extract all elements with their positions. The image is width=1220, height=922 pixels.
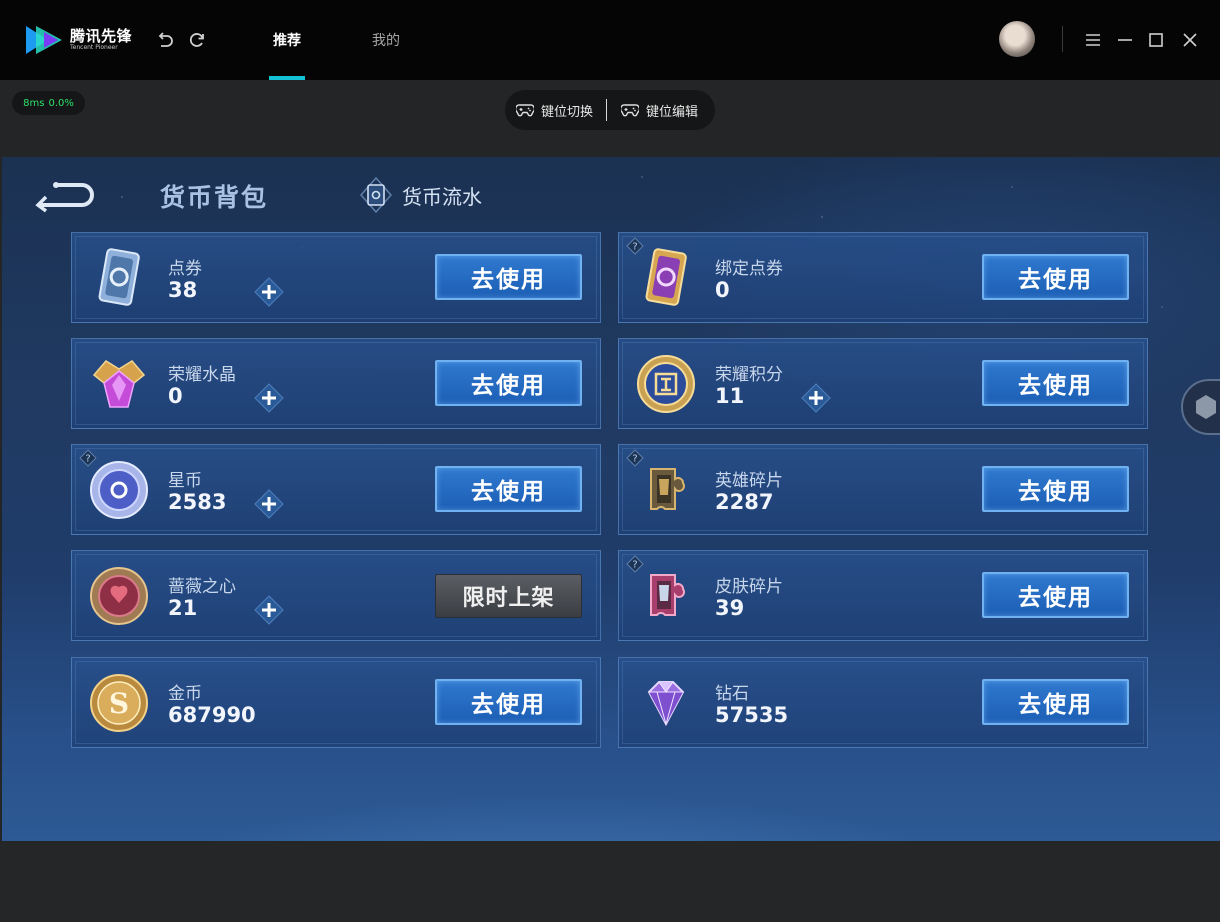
packet-loss-value: 0.0% — [48, 97, 74, 109]
network-status-badge: 8ms 0.0% — [12, 91, 85, 115]
diamond-icon — [647, 681, 685, 727]
close-icon[interactable] — [1180, 30, 1200, 50]
currency-name: 荣耀水晶 — [168, 365, 236, 385]
rose-heart-icon — [90, 567, 148, 625]
svg-text:S: S — [109, 687, 129, 720]
currency-amount: 21 — [168, 596, 198, 620]
bottom-bar — [0, 842, 1220, 922]
currency-card-glory-crystal: 荣耀水晶 0 去使用 — [71, 338, 601, 429]
gold-coin-icon: S — [90, 674, 148, 732]
currency-name: 荣耀积分 — [715, 365, 783, 385]
ledger-card-icon — [359, 177, 393, 213]
key-edit-label: 键位编辑 — [646, 104, 699, 120]
currency-amount: 57535 — [715, 703, 789, 727]
glory-crystal-icon — [92, 360, 146, 408]
key-switch-label: 键位切换 — [541, 104, 594, 120]
key-switch-button[interactable]: 键位切换 — [516, 101, 593, 120]
currency-card-rose-heart: 蔷薇之心 21 限时上架 — [71, 550, 601, 641]
undo-icon[interactable] — [155, 30, 175, 50]
use-button[interactable]: 去使用 — [982, 360, 1129, 406]
latency-value: 8ms — [23, 97, 45, 109]
limited-time-button[interactable]: 限时上架 — [435, 574, 582, 618]
maximize-icon[interactable] — [1146, 30, 1166, 50]
key-mapping-bar: 键位切换 键位编辑 — [505, 90, 715, 130]
currency-amount: 38 — [168, 278, 198, 302]
tab-recommend[interactable]: 推荐 — [273, 30, 301, 50]
use-button[interactable]: 去使用 — [435, 360, 582, 406]
glory-points-icon — [637, 355, 695, 413]
refresh-icon[interactable] — [187, 30, 207, 50]
use-button[interactable]: 去使用 — [982, 572, 1129, 618]
currency-ledger-tab[interactable]: 货币流水 — [359, 177, 482, 213]
menu-icon[interactable] — [1083, 30, 1103, 50]
ledger-label: 货币流水 — [402, 184, 482, 209]
keybar-divider — [606, 99, 608, 121]
currency-amount: 39 — [715, 596, 745, 620]
currency-card-skin-shard: ? 皮肤碎片 39 去使用 — [618, 550, 1148, 641]
currency-card-star-coin: ? 星币 2583 去使用 — [71, 444, 601, 535]
add-currency-icon[interactable] — [254, 383, 284, 413]
currency-name: 皮肤碎片 — [715, 577, 783, 597]
currency-card-gold-coin: S 金币 687990 去使用 — [71, 657, 601, 748]
key-edit-button[interactable]: 键位编辑 — [621, 101, 698, 120]
add-currency-icon[interactable] — [801, 383, 831, 413]
currency-card-coupon: 点券 38 去使用 — [71, 232, 601, 323]
bound-coupon-icon — [645, 248, 687, 306]
use-button[interactable]: 去使用 — [982, 254, 1129, 300]
game-screen: 货币背包 货币流水 点券 38 去使用 荣耀水晶 0 去使用 ? 星币 2583… — [2, 157, 1220, 841]
user-avatar[interactable] — [999, 21, 1035, 57]
currency-name: 金币 — [168, 684, 202, 704]
currency-name: 蔷薇之心 — [168, 577, 236, 597]
use-button[interactable]: 去使用 — [982, 466, 1129, 512]
hexagon-icon — [1196, 395, 1216, 419]
back-arrow-icon[interactable] — [32, 177, 96, 213]
logo-english-text: Tencent Pioneer — [70, 44, 118, 51]
currency-amount: 0 — [168, 384, 183, 408]
currency-name: 绑定点券 — [715, 259, 783, 279]
page-title: 货币背包 — [160, 183, 269, 212]
minimize-icon[interactable] — [1115, 30, 1135, 50]
use-button[interactable]: 去使用 — [435, 679, 582, 725]
logo-chinese-text: 腾讯先锋 — [70, 27, 133, 45]
currency-amount: 687990 — [168, 703, 256, 727]
add-currency-icon[interactable] — [254, 595, 284, 625]
star-coin-icon — [90, 461, 148, 519]
use-button[interactable]: 去使用 — [982, 679, 1129, 725]
currency-name: 英雄碎片 — [715, 471, 783, 491]
currency-card-diamond: 钻石 57535 去使用 — [618, 657, 1148, 748]
skin-shard-icon — [650, 574, 685, 616]
titlebar-divider — [1062, 26, 1063, 52]
currency-amount: 11 — [715, 384, 745, 408]
currency-amount: 2583 — [168, 490, 227, 514]
app-logo: 腾讯先锋 Tencent Pioneer — [24, 22, 132, 58]
tencent-pioneer-logo-icon — [26, 26, 62, 54]
currency-card-bound-coupon: ? 绑定点券 0 去使用 — [618, 232, 1148, 323]
currency-amount: 0 — [715, 278, 730, 302]
currency-card-glory-points: 荣耀积分 11 去使用 — [618, 338, 1148, 429]
hero-shard-icon — [650, 468, 685, 510]
use-button[interactable]: 去使用 — [435, 254, 582, 300]
currency-card-hero-shard: ? 英雄碎片 2287 去使用 — [618, 444, 1148, 535]
add-currency-icon[interactable] — [254, 277, 284, 307]
add-currency-icon[interactable] — [254, 489, 284, 519]
title-bar: 腾讯先锋 Tencent Pioneer 推荐 我的 — [0, 0, 1220, 80]
gamepad-icon — [516, 104, 534, 117]
use-button[interactable]: 去使用 — [435, 466, 582, 512]
gamepad-icon — [621, 104, 640, 117]
coupon-icon — [98, 248, 140, 306]
currency-name: 点券 — [168, 259, 202, 279]
currency-name: 星币 — [168, 471, 202, 491]
currency-name: 钻石 — [715, 684, 749, 704]
tab-mine[interactable]: 我的 — [372, 30, 400, 50]
currency-amount: 2287 — [715, 490, 774, 514]
